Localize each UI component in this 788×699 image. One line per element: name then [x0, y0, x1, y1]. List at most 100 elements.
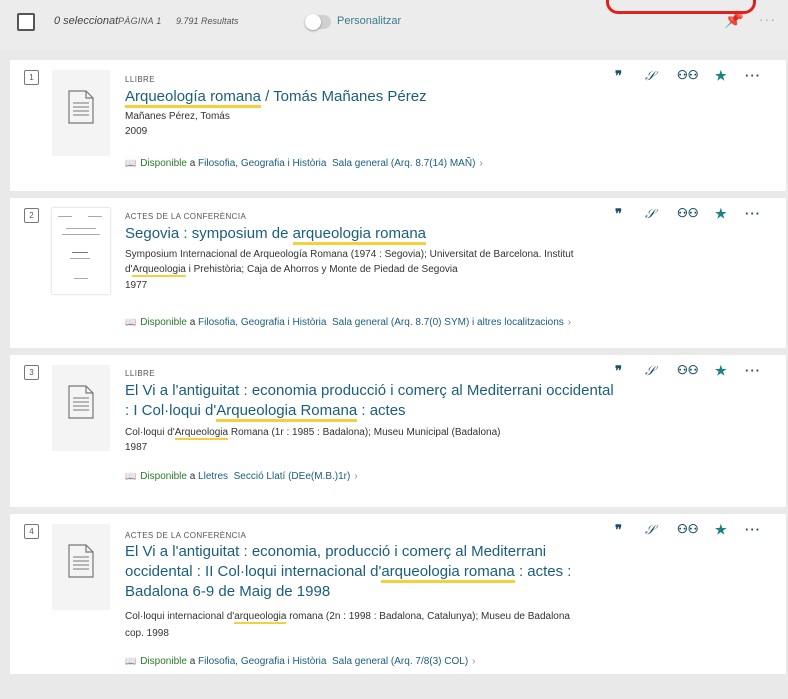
library-name: Filosofia, Geografia i Història: [198, 317, 327, 328]
title-line: occidental : II Col·loqui internacional …: [125, 562, 645, 583]
record-year: 1987: [125, 442, 148, 453]
cover-line: [88, 216, 102, 217]
library-name: Filosofia, Geografia i Història: [198, 656, 327, 667]
result-card: 4 ACTES DE LA CONFERÈNCIA El Vi a l'anti…: [10, 514, 786, 674]
thumbnail[interactable]: [52, 365, 110, 451]
availability[interactable]: 📖 Disponible a Filosofia, Geografia i His…: [125, 158, 483, 169]
pin-icon[interactable]: ★: [715, 363, 727, 379]
cover-line: [66, 228, 96, 229]
availability-preposition: a: [189, 471, 196, 482]
title-text: : I Col·loqui d': [125, 402, 217, 419]
link-icon[interactable]: 𝒮: [645, 522, 655, 538]
result-card: 1 LLIBRE Arqueología romana / Tomás Maña…: [10, 60, 786, 191]
chevron-right-icon: ›: [354, 471, 358, 482]
selected-count: 0 seleccionat: [54, 15, 119, 27]
record-number: 3: [24, 365, 39, 380]
document-icon: [68, 385, 94, 419]
link-icon[interactable]: 𝒮: [645, 206, 655, 222]
chevron-right-icon: ›: [567, 317, 572, 328]
binoculars-icon[interactable]: ⚇⚇: [677, 206, 699, 220]
cover-line: [58, 216, 72, 217]
cite-icon[interactable]: ❞: [615, 363, 622, 379]
record-type: ACTES DE LA CONFERÈNCIA: [125, 531, 247, 540]
pin-icon[interactable]: ★: [715, 206, 727, 222]
more-options-icon[interactable]: ···: [745, 363, 761, 378]
author-highlight: arqueologia: [234, 611, 287, 624]
title-rest: / Tomás Mañanes Pérez: [260, 88, 427, 105]
availability-status: Disponible: [140, 158, 187, 169]
title-highlight: Arqueologia Romana: [216, 402, 358, 422]
availability[interactable]: 📖 Disponible a Lletres Secció Llatí (DEe(…: [125, 471, 358, 482]
record-number: 2: [24, 208, 39, 223]
record-author: Symposium Internacional de Arqueología R…: [125, 249, 574, 260]
availability[interactable]: 📖 Disponible a Filosofia, Geografia i His…: [125, 656, 476, 667]
title-text: Segovia : symposium de: [125, 225, 293, 242]
shelf-location: Sala general (Arq. 7/8(3) COL): [332, 656, 469, 667]
toggle-knob: [305, 14, 321, 30]
book-cover[interactable]: [52, 208, 110, 294]
link-icon[interactable]: 𝒮: [645, 68, 655, 84]
cite-icon[interactable]: ❞: [615, 522, 622, 538]
record-author: Col·loqui internacional d'arqueologia ro…: [125, 609, 725, 624]
record-type: LLIBRE: [125, 369, 155, 378]
title-line: El Vi a l'antiguitat : economia, producc…: [125, 543, 547, 560]
availability-status: Disponible: [140, 656, 187, 667]
record-author: Col·loqui d'Arqueologia Romana (1r : 198…: [125, 425, 725, 440]
record-title[interactable]: El Vi a l'antiguitat : economia producci…: [125, 381, 645, 422]
chevron-right-icon: ›: [472, 656, 476, 667]
pin-icon[interactable]: ★: [715, 68, 727, 84]
availability-preposition: a: [189, 656, 196, 667]
thumbnail[interactable]: [52, 524, 110, 610]
pin-icon[interactable]: ★: [715, 522, 727, 538]
author-text: romana (2n : 1998 : Badalona, Catalunya)…: [286, 611, 570, 622]
binoculars-icon[interactable]: ⚇⚇: [677, 68, 699, 82]
title-text: : actes :: [514, 563, 572, 580]
personalize-label[interactable]: Personalitzar: [337, 15, 401, 27]
cover-line: [62, 234, 100, 235]
cover-line: [74, 278, 88, 279]
shelf-location: Sala general (Arq. 8.7(14) MAÑ): [332, 158, 476, 169]
more-options-icon[interactable]: ···: [745, 206, 761, 221]
binoculars-icon[interactable]: ⚇⚇: [677, 522, 699, 536]
library-name: Lletres: [198, 471, 229, 482]
cite-icon[interactable]: ❞: [615, 68, 622, 84]
result-card: 3 LLIBRE El Vi a l'antiguitat : economia…: [10, 355, 786, 507]
availability-preposition: a: [189, 158, 196, 169]
record-type: ACTES DE LA CONFERÈNCIA: [125, 212, 247, 221]
document-icon: [68, 544, 94, 578]
title-highlight: arqueologia romana: [292, 225, 427, 245]
shelf-location: Sala general (Arq. 8.7(0) SYM) i altres …: [332, 317, 564, 328]
record-year: 1977: [125, 280, 148, 291]
record-year: 2009: [125, 126, 148, 137]
title-line: Badalona 6-9 de Maig de 1998: [125, 583, 331, 600]
title-line: : I Col·loqui d'Arqueologia Romana : act…: [125, 401, 645, 422]
title-highlight: arqueologia romana: [381, 563, 515, 583]
book-icon: 📖: [125, 656, 137, 666]
record-year: cop. 1998: [125, 628, 169, 639]
title-line: El Vi a l'antiguitat : economia producci…: [125, 382, 614, 399]
link-icon[interactable]: 𝒮: [645, 363, 655, 379]
availability-preposition: a: [189, 317, 196, 328]
record-number: 4: [24, 524, 39, 539]
author-highlight: Arqueologia: [132, 264, 186, 277]
cite-icon[interactable]: ❞: [615, 206, 622, 222]
more-options-icon[interactable]: ···: [759, 11, 776, 27]
record-type: LLIBRE: [125, 75, 155, 84]
availability[interactable]: 📖 Disponible a Filosofia, Geografia i His…: [125, 317, 571, 328]
author-text: Col·loqui internacional d': [125, 611, 235, 622]
thumbnail[interactable]: [52, 70, 110, 156]
personalize-toggle[interactable]: [305, 14, 331, 30]
record-title[interactable]: Arqueología romana / Tomás Mañanes Pérez: [125, 87, 625, 108]
availability-status: Disponible: [140, 471, 187, 482]
cover-line: [72, 252, 88, 253]
binoculars-icon[interactable]: ⚇⚇: [677, 363, 699, 377]
availability-status: Disponible: [140, 317, 187, 328]
document-icon: [68, 90, 94, 124]
record-title[interactable]: El Vi a l'antiguitat : economia, producc…: [125, 542, 645, 602]
select-all-checkbox[interactable]: [17, 13, 35, 31]
more-options-icon[interactable]: ···: [745, 522, 761, 537]
author-highlight: Arqueologia: [174, 427, 229, 440]
record-title[interactable]: Segovia : symposium de arqueologia roman…: [125, 224, 625, 245]
more-options-icon[interactable]: ···: [745, 68, 761, 83]
title-text: occidental : II Col·loqui internacional …: [125, 563, 382, 580]
